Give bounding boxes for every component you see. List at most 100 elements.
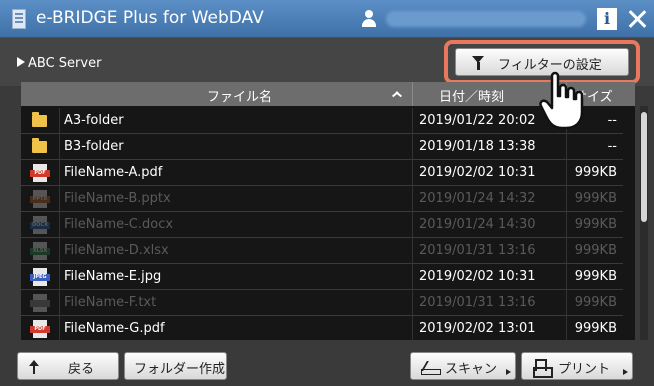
- file-type-tag: JPEG: [30, 274, 50, 281]
- submenu-arrow-icon: [506, 369, 511, 375]
- file-type-cell: PDF: [21, 316, 59, 342]
- file-size: 999KB: [574, 269, 617, 284]
- file-type-tag: XLSX: [30, 248, 50, 255]
- new-folder-button[interactable]: フォルダー作成: [124, 352, 227, 380]
- play-triangle-icon: [17, 57, 25, 67]
- file-size: --: [607, 113, 617, 128]
- column-divider: [412, 82, 413, 106]
- info-button[interactable]: i: [597, 8, 617, 30]
- file-name: FileName-E.jpg: [64, 269, 162, 284]
- table-row: DOCX FileName-C.docx 2019/01/24 14:30 999KB: [21, 212, 623, 238]
- folder-icon: [32, 112, 47, 127]
- file-date: 2019/02/02 10:31: [419, 165, 536, 180]
- cell-divider: [412, 108, 413, 134]
- print-icon: [533, 359, 553, 378]
- file-type-tag: DOCX: [30, 222, 50, 229]
- close-icon[interactable]: [625, 6, 649, 32]
- server-breadcrumb[interactable]: ABC Server: [17, 56, 101, 71]
- cell-divider: [566, 290, 567, 316]
- cell-divider: [59, 160, 60, 186]
- pdf-file-icon: PDF: [30, 320, 50, 338]
- cell-divider: [59, 212, 60, 238]
- docx-file-icon: DOCX: [30, 216, 50, 234]
- user-name-blurred: [386, 11, 586, 27]
- cell-divider: [412, 134, 413, 160]
- table-row[interactable]: PDF FileName-A.pdf 2019/02/02 10:31 999KB: [21, 160, 623, 186]
- cell-divider: [412, 290, 413, 316]
- file-size: 999KB: [574, 217, 617, 232]
- server-name: ABC Server: [28, 56, 102, 71]
- bottom-toolbar: 戻る フォルダー作成 スキャン プリント: [0, 344, 654, 386]
- cell-divider: [566, 212, 567, 238]
- cell-divider: [412, 160, 413, 186]
- file-name: A3-folder: [64, 113, 124, 128]
- table-row[interactable]: B3-folder 2019/01/18 13:38 --: [21, 134, 623, 160]
- file-type-tag: PPTX: [30, 196, 50, 203]
- file-type-cell: JPEG: [21, 264, 59, 290]
- column-header-name[interactable]: ファイル名: [207, 86, 272, 105]
- pointer-hand-icon: [539, 71, 584, 130]
- user-account[interactable]: [360, 7, 586, 31]
- file-type-cell: [21, 134, 59, 160]
- file-type-cell: [21, 290, 59, 316]
- new-folder-label: フォルダー作成: [134, 362, 226, 377]
- file-type-tag: [30, 300, 50, 307]
- table-row: PPTX FileName-B.pptx 2019/01/24 14:32 999KB: [21, 186, 623, 212]
- file-list: A3-folder 2019/01/22 20:02 -- B3-folder 2019…: [21, 108, 623, 342]
- cell-divider: [59, 108, 60, 134]
- title-bar: e-BRIDGE Plus for WebDAV i: [0, 0, 654, 38]
- cell-divider: [566, 316, 567, 342]
- file-date: 2019/01/22 20:02: [419, 113, 536, 128]
- xlsx-file-icon: XLSX: [30, 242, 50, 260]
- cell-divider: [59, 264, 60, 290]
- filter-icon: [472, 56, 484, 70]
- cell-divider: [59, 134, 60, 160]
- cell-divider: [412, 316, 413, 342]
- scrollbar-thumb[interactable]: [641, 112, 647, 222]
- folder-icon: [32, 138, 47, 153]
- cell-divider: [59, 316, 60, 342]
- print-button[interactable]: プリント: [521, 352, 633, 380]
- file-type-cell: PDF: [21, 160, 59, 186]
- scan-button[interactable]: スキャン: [410, 352, 516, 380]
- file-type-cell: DOCX: [21, 212, 59, 238]
- scan-icon: [421, 360, 441, 375]
- file-type-cell: XLSX: [21, 238, 59, 264]
- file-size: 999KB: [574, 321, 617, 336]
- table-row[interactable]: JPEG FileName-E.jpg 2019/02/02 10:31 999KB: [21, 264, 623, 290]
- table-row[interactable]: PDF FileName-G.pdf 2019/02/02 13:01 999KB: [21, 316, 623, 342]
- back-button[interactable]: 戻る: [17, 352, 119, 380]
- file-size: 999KB: [574, 191, 617, 206]
- file-date: 2019/01/31 13:16: [419, 243, 536, 258]
- cell-divider: [412, 238, 413, 264]
- pdf-file-icon: PDF: [30, 164, 50, 182]
- file-type-cell: [21, 108, 59, 134]
- chevron-up-icon[interactable]: [391, 91, 401, 98]
- table-row: XLSX FileName-D.xlsx 2019/01/31 13:16 999KB: [21, 238, 623, 264]
- file-type-tag: PDF: [30, 170, 50, 177]
- cell-divider: [412, 186, 413, 212]
- document-list-icon: [12, 9, 26, 29]
- file-name: FileName-A.pdf: [64, 165, 163, 180]
- file-date: 2019/01/24 14:30: [419, 217, 536, 232]
- file-date: 2019/02/02 13:01: [419, 321, 536, 336]
- file-name: FileName-B.pptx: [64, 191, 171, 206]
- file-name: B3-folder: [64, 139, 124, 154]
- cell-divider: [566, 238, 567, 264]
- file-type-cell: PPTX: [21, 186, 59, 212]
- file-size: 999KB: [574, 243, 617, 258]
- file-name: FileName-C.docx: [64, 217, 174, 232]
- print-label: プリント: [558, 362, 611, 377]
- jpg-file-icon: JPEG: [30, 268, 50, 286]
- table-row: FileName-F.txt 2019/01/31 13:16 999KB: [21, 290, 623, 316]
- file-name: FileName-F.txt: [64, 295, 157, 310]
- file-date: 2019/02/02 10:31: [419, 269, 536, 284]
- file-date: 2019/01/31 13:16: [419, 295, 536, 310]
- column-header-date[interactable]: 日付／時刻: [439, 86, 504, 105]
- table-row[interactable]: A3-folder 2019/01/22 20:02 --: [21, 108, 623, 134]
- submenu-arrow-icon: [623, 369, 628, 375]
- file-date: 2019/01/24 14:32: [419, 191, 536, 206]
- cell-divider: [59, 238, 60, 264]
- file-size: 999KB: [574, 165, 617, 180]
- cell-divider: [566, 186, 567, 212]
